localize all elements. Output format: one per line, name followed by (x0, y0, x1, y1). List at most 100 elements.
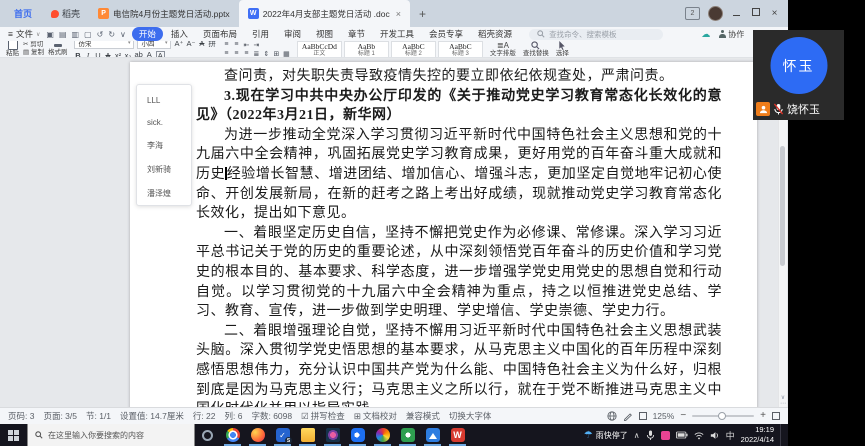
app-todo[interactable]: ✓ S (270, 424, 295, 446)
text-tools-button[interactable]: ≣A 文字排版 (490, 41, 516, 57)
zoom-level[interactable]: 125% (653, 411, 675, 421)
scrollbar-thumb[interactable] (780, 146, 785, 266)
cut-button[interactable]: ✂ 剪切 (23, 41, 44, 49)
proofread-button[interactable]: ⊞ 文档校对 (354, 410, 397, 422)
collapse-ribbon-button[interactable]: ∨ (118, 30, 128, 39)
undo-button[interactable]: ↺ (95, 30, 106, 39)
font-name-select[interactable]: 仿宋 ▾ (74, 41, 135, 49)
strikethrough-button[interactable]: A (104, 51, 111, 58)
export-pdf-button[interactable]: ▤ (57, 30, 69, 39)
menu-会员专享[interactable]: 会员专享 (422, 27, 470, 41)
doc-partial-line[interactable]: 查问责，对失职失责导致疫情失控的要立即依纪依规查处，严肃问责。 (196, 67, 722, 87)
app-pinwheel[interactable] (370, 424, 395, 446)
speaker-icon[interactable] (710, 431, 720, 440)
highlight-button[interactable]: ab (134, 50, 142, 58)
doc-paragraph[interactable]: 一、着眼坚定历史自信，坚持不懈把党史作为必修课、常修课。深入学习习近平总书记关于… (196, 224, 722, 322)
paste-button[interactable]: 粘贴 (6, 41, 19, 57)
line-spacing-button[interactable]: ⇕ (263, 50, 270, 58)
app-explorer[interactable] (295, 424, 320, 446)
mic-icon[interactable] (646, 430, 655, 441)
ime-indicator[interactable]: 中 (726, 429, 735, 442)
style-标题 3[interactable]: AaBbC 标题 3 (437, 41, 483, 57)
web-layout-icon[interactable] (606, 411, 617, 421)
collaborate-button[interactable]: 协作 (719, 29, 744, 40)
command-search-input[interactable]: 查找命令、搜索模板 (529, 28, 664, 40)
close-button[interactable]: × (769, 8, 780, 19)
zoom-slider-thumb[interactable] (718, 411, 727, 420)
app-cortana[interactable] (195, 424, 220, 446)
print-button[interactable]: ▥ (70, 30, 82, 39)
style-标题 1[interactable]: AaBb 标题 1 (343, 41, 389, 57)
underline-button[interactable]: U (94, 51, 101, 58)
align-right-button[interactable]: ≡ (243, 50, 250, 57)
cloud-sync-icon[interactable]: ☁ (701, 29, 710, 40)
justify-button[interactable]: ≣ (253, 50, 260, 58)
pink-app-tray-icon[interactable] (660, 430, 670, 440)
start-button[interactable] (0, 424, 27, 446)
doc-paragraph[interactable]: 为进一步推动全党深入学习贯彻习近平新时代中国特色社会主义思想和党的十九届六中全会… (196, 126, 722, 224)
outdent-button[interactable]: ⇤ (243, 41, 250, 49)
scrollbar-down-icon[interactable]: ∨ ⋯ (779, 395, 787, 407)
menu-视图[interactable]: 视图 (309, 27, 340, 41)
page-layout-icon[interactable] (638, 412, 647, 420)
meeting-video-overlay[interactable]: 怀玉 饶怀玉 (753, 30, 844, 120)
number-list-button[interactable]: ≡ (233, 41, 240, 48)
superscript-button[interactable]: x² (114, 51, 121, 58)
copy-button[interactable]: ▤ 复制 (23, 49, 44, 57)
battery-icon[interactable] (675, 431, 688, 439)
menu-审阅[interactable]: 审阅 (277, 27, 308, 41)
style-标题 2[interactable]: AaBbC 标题 2 (390, 41, 436, 57)
big-font-toggle[interactable]: 切换大字体 (449, 410, 492, 422)
window-count-badge[interactable]: 2 (685, 7, 700, 20)
document-page[interactable]: 查问责，对失职失责导致疫情失控的要立即依纪依规查处，严肃问责。 3.现在学习中共… (130, 62, 757, 407)
char-border-button[interactable]: A (155, 50, 165, 57)
save-button[interactable]: ▣ (44, 30, 56, 39)
zoom-out-button[interactable]: − (680, 411, 686, 421)
app-chrome[interactable] (220, 424, 245, 446)
network-icon[interactable] (694, 431, 704, 440)
format-painter-button[interactable]: 格式刷 (48, 41, 67, 56)
maximize-button[interactable] (750, 8, 761, 19)
collaborator[interactable]: 刘新骑 (147, 164, 191, 175)
menu-引用[interactable]: 引用 (245, 27, 276, 41)
app-firefox[interactable] (245, 424, 270, 446)
close-tab-icon[interactable]: × (396, 9, 401, 19)
show-desktop-button[interactable] (780, 424, 786, 446)
ink-pen-icon[interactable] (623, 411, 633, 421)
collaborator[interactable]: 李海 (147, 140, 191, 151)
new-tab-button[interactable]: + (410, 7, 435, 21)
app-meeting[interactable] (345, 424, 370, 446)
print-preview-button[interactable]: ▢ (82, 30, 94, 39)
tab-home[interactable]: 首页 (4, 7, 42, 20)
weather-widget[interactable]: ☂ 雨快停了 (584, 430, 628, 441)
redo-button[interactable]: ↻ (106, 30, 117, 39)
menu-开始[interactable]: 开始 (131, 27, 163, 41)
zoom-slider[interactable] (692, 411, 755, 420)
menu-章节[interactable]: 章节 (341, 27, 372, 41)
align-center-button[interactable]: ≡ (233, 50, 240, 57)
clear-format-button[interactable]: A (198, 41, 205, 48)
app-wps[interactable]: W (445, 424, 470, 446)
grow-font-button[interactable]: A⁺ (174, 41, 183, 48)
style-正文[interactable]: AaBbCcDd 正文 (296, 41, 342, 57)
subscript-button[interactable]: x₂ (124, 51, 132, 58)
menu-插入[interactable]: 插入 (164, 27, 195, 41)
font-color-button[interactable]: A (146, 50, 153, 58)
collaborator[interactable]: LLL (147, 96, 191, 105)
tab-doc-active[interactable]: W 2022年4月支部主题党日活动 .doc × (238, 0, 411, 27)
borders-button[interactable]: ⊞ (273, 50, 280, 58)
pinyin-guide-button[interactable]: 拼 (208, 41, 216, 49)
fullscreen-icon[interactable] (772, 412, 780, 420)
collaborator[interactable]: sick. (147, 118, 191, 127)
app-photos[interactable] (320, 424, 345, 446)
collaborator[interactable]: 潘泽煌 (147, 188, 191, 199)
find-replace-button[interactable]: 查找替换 (523, 41, 549, 57)
file-menu[interactable]: ≡ 文件 ∨ (8, 28, 40, 40)
clock[interactable]: 19:19 2022/4/14 (741, 425, 774, 445)
select-button[interactable]: 选择 (556, 41, 569, 57)
minimize-button[interactable] (731, 9, 742, 19)
menu-开发工具[interactable]: 开发工具 (373, 27, 421, 41)
bold-button[interactable]: B (74, 51, 81, 58)
tab-pptx[interactable]: P 电信院4月份主题党日活动.pptx (89, 0, 239, 27)
menu-页面布局[interactable]: 页面布局 (196, 27, 244, 41)
